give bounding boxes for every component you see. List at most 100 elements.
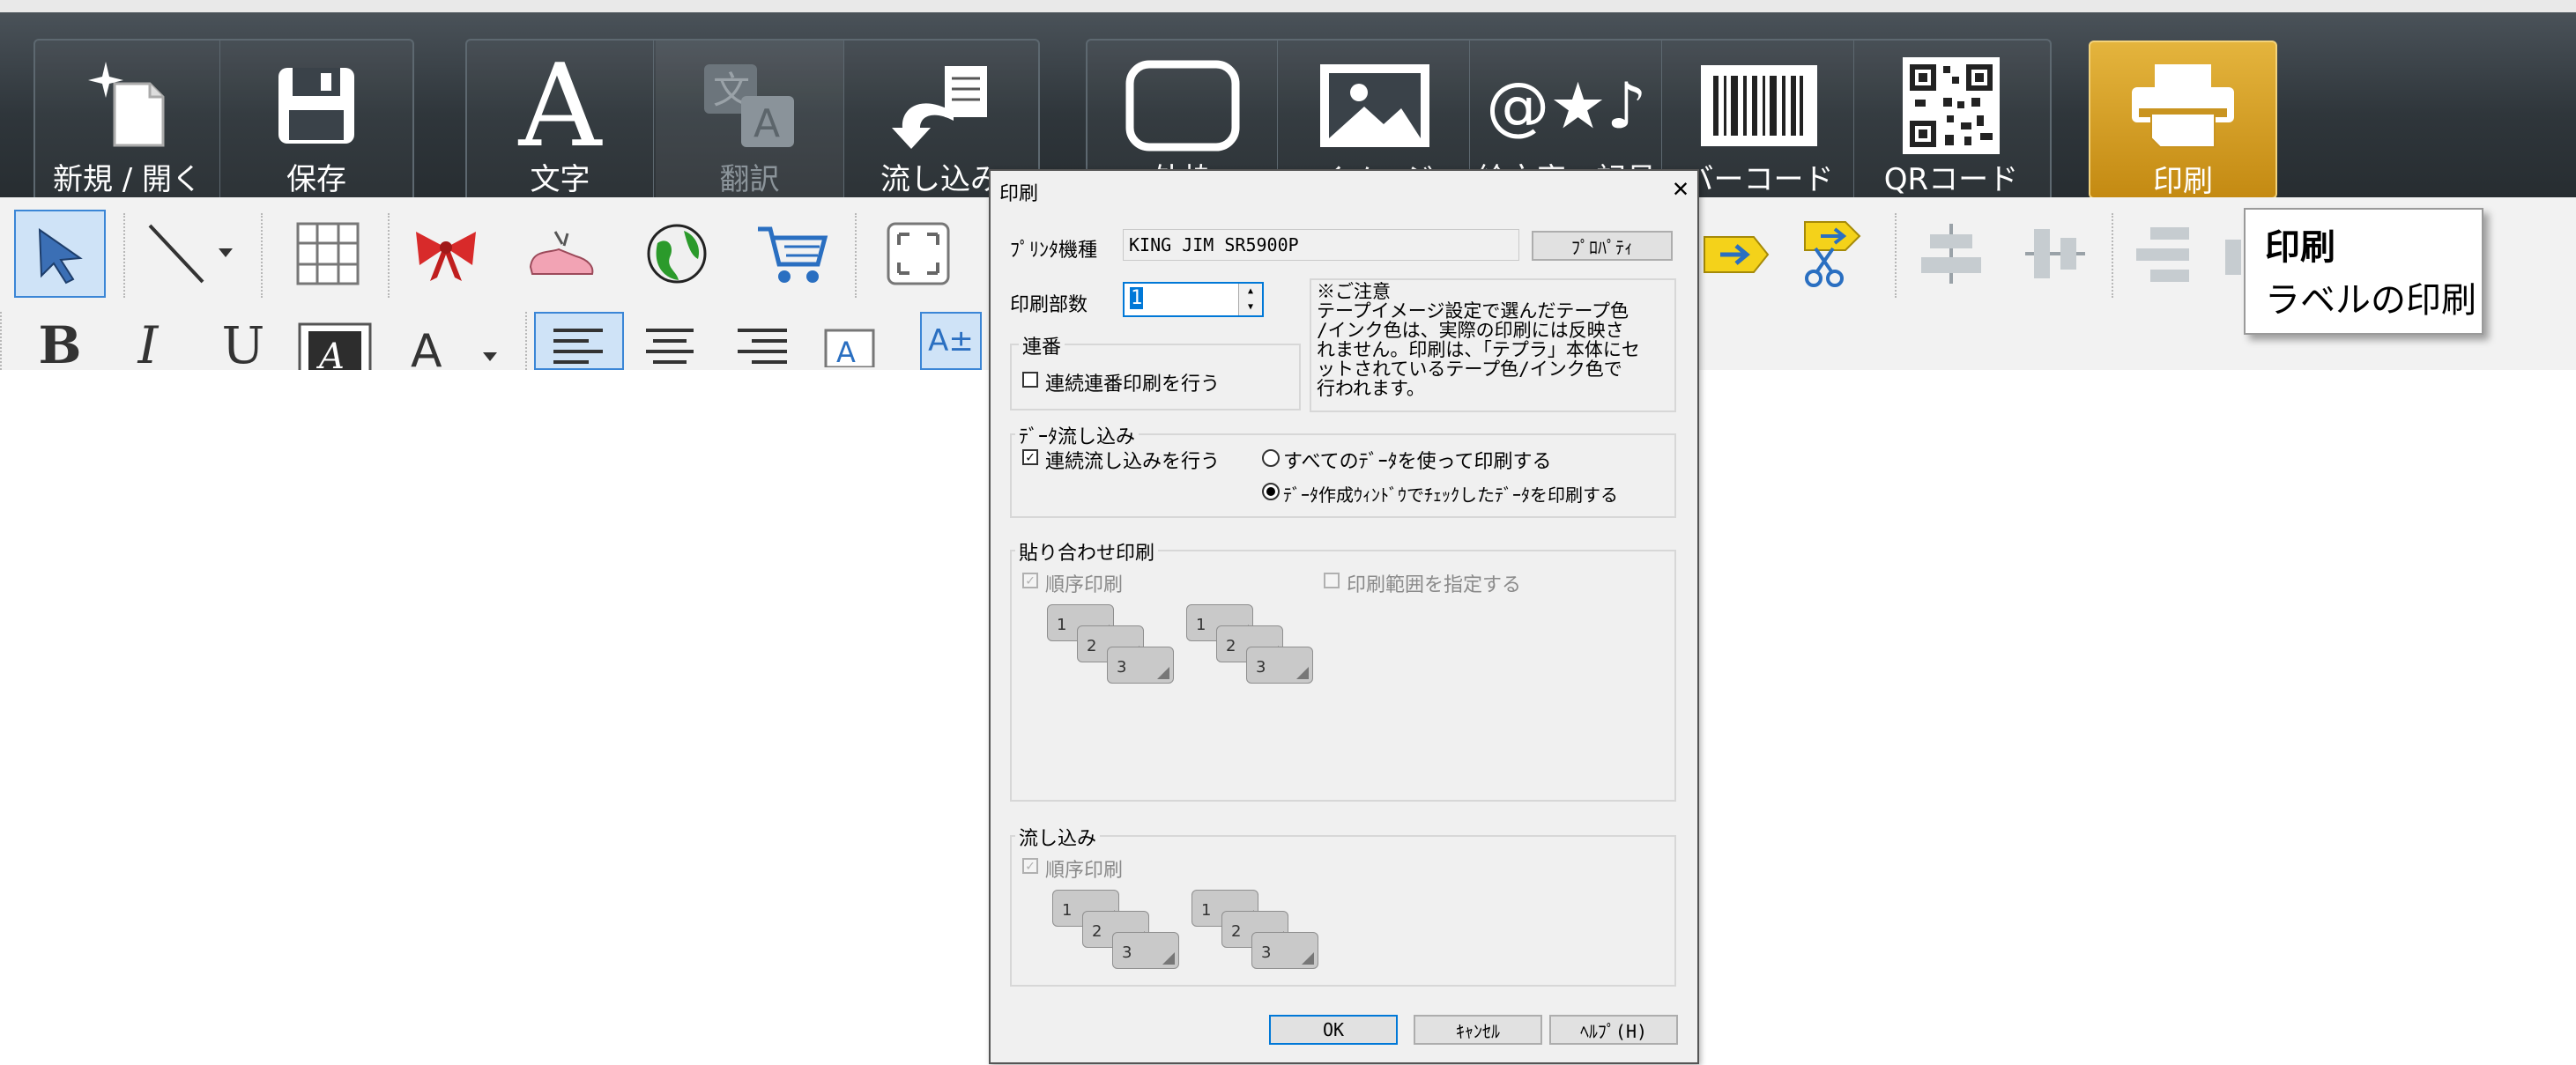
dialog-title: 印刷	[999, 183, 1039, 205]
ribbon-new-open-button[interactable]: 新規 / 開く	[35, 41, 220, 199]
paste-order-checkbox[interactable]: ✓	[1022, 573, 1038, 588]
copies-input-value[interactable]: 1	[1130, 287, 1144, 309]
label-sheet: 3	[1112, 932, 1179, 969]
arrow-right-tag-icon	[1704, 236, 1770, 273]
shoe-icon	[529, 231, 594, 275]
ribbon-translate-button[interactable]: 文 A 翻訳	[656, 41, 844, 199]
arrow-pointer-icon	[38, 228, 83, 285]
radio-checked-data[interactable]	[1262, 483, 1280, 500]
order-sample-a: 1 2 3	[1047, 604, 1188, 692]
cancel-button[interactable]: ｷｬﾝｾﾙ	[1414, 1015, 1542, 1045]
close-icon[interactable]: ✕	[1673, 173, 1689, 203]
serial-checkbox-label: 連続連番印刷を行う	[1045, 373, 1221, 396]
notice-line: れません。印刷は、「テプラ」本体にセ	[1317, 339, 1640, 360]
text-fit-button[interactable]: A	[814, 312, 885, 370]
properties-button[interactable]: ﾌﾟﾛﾊﾟﾃｨ	[1532, 231, 1673, 261]
distribute-icon	[2225, 240, 2241, 275]
align-left-icon	[553, 329, 603, 364]
select-tool-button[interactable]	[14, 210, 106, 298]
line-icon	[148, 224, 233, 284]
align-right-icon	[738, 329, 787, 364]
ribbon-text-label: 文字	[530, 162, 590, 197]
sheet-number: 3	[1117, 658, 1127, 677]
text-fit-icon: A	[824, 329, 875, 367]
bold-button[interactable]: B	[26, 315, 93, 375]
toolbar-separator	[0, 312, 4, 370]
svg-text:A: A	[316, 337, 345, 370]
toolbar-separator	[2112, 213, 2115, 298]
notice-text: ※ご注意 テープイメージ設定で選んだテープ色 /インク色は、実際の印刷には反映さ…	[1317, 282, 1640, 398]
align-left-text-button[interactable]	[534, 312, 624, 370]
align-center-text-button[interactable]	[635, 312, 705, 370]
toolbar-separator	[525, 312, 529, 370]
notice-line: 行われます。	[1317, 378, 1425, 399]
line-tool-button[interactable]	[141, 210, 238, 298]
sheet-number: 1	[1196, 616, 1206, 634]
flow-order-checkbox[interactable]: ✓	[1022, 858, 1038, 874]
sheet-number: 2	[1092, 922, 1102, 941]
data-flow-icon	[846, 53, 1035, 159]
ribbon-save-label: 保存	[286, 162, 346, 197]
table-icon	[296, 222, 360, 285]
align-center-vertical-button[interactable]	[1914, 210, 1988, 298]
spin-down-icon[interactable]: ▼	[1238, 300, 1262, 315]
globe-tool-button[interactable]	[631, 210, 723, 298]
ok-button[interactable]: OK	[1269, 1015, 1398, 1045]
decoration-tool-button[interactable]	[400, 210, 492, 298]
shop-tool-button[interactable]	[746, 210, 837, 298]
align-center-text-icon	[646, 329, 694, 364]
text-icon: A	[518, 39, 602, 173]
radio-checked-data-label: ﾃﾞｰﾀ作成ｳｨﾝﾄﾞｳでﾁｪｯｸしたﾃﾞｰﾀを印刷する	[1283, 484, 1618, 506]
copies-label: 印刷部数	[1010, 294, 1088, 316]
svg-text:A: A	[836, 336, 856, 367]
move-right-tool-button[interactable]	[1699, 224, 1773, 285]
serial-checkbox[interactable]	[1022, 372, 1038, 388]
underline-button[interactable]: U	[210, 315, 277, 375]
ribbon-qrcode-button[interactable]: QRコード	[1856, 41, 2046, 199]
flow-order-label: 順序印刷	[1045, 860, 1124, 882]
flow-group: 流し込み ✓ 順序印刷 1 2 3 1 2 3	[1010, 823, 1676, 987]
align-left-objects-button[interactable]	[2127, 210, 2201, 298]
label-sheet: 3	[1246, 647, 1313, 684]
ribbon-save-button[interactable]: 保存	[224, 41, 409, 199]
new-open-icon	[35, 53, 219, 159]
ribbon-text-button[interactable]: A 文字	[467, 41, 654, 199]
radio-all-data[interactable]	[1262, 449, 1280, 467]
ribbon-new-open-label: 新規 / 開く	[52, 162, 203, 197]
print-tooltip: 印刷 ラベルの印刷	[2244, 208, 2483, 335]
label-sheet: 3	[1107, 647, 1174, 684]
sheet-number: 1	[1057, 616, 1067, 634]
copies-spinner[interactable]: 1 ▲ ▼	[1123, 282, 1264, 317]
expand-icon	[887, 222, 950, 285]
fit-tool-button[interactable]	[872, 210, 964, 298]
italic-button[interactable]: I	[122, 315, 174, 375]
print-dialog: 印刷 ✕ ﾌﾟﾘﾝﾀ機種 KING JIM SR5900P ﾌﾟﾛﾊﾟﾃｨ 印刷…	[989, 169, 1699, 1064]
align-right-text-button[interactable]	[726, 312, 797, 370]
paste-range-checkbox[interactable]	[1324, 573, 1340, 588]
clipart-tool-button[interactable]	[515, 210, 606, 298]
notice-line: /インク色は、実際の印刷には反映さ	[1317, 320, 1624, 341]
toolbar-separator	[1895, 213, 1898, 298]
ribbon-print-button[interactable]: 印刷	[2089, 41, 2277, 199]
ribbon-translate-label: 翻訳	[719, 162, 780, 197]
table-tool-button[interactable]	[282, 210, 374, 298]
sheet-number: 1	[1062, 901, 1073, 920]
tooltip-title: 印刷	[2265, 227, 2335, 268]
align-middle-icon	[2025, 229, 2085, 278]
help-button[interactable]: ﾍﾙﾌﾟ(H)	[1549, 1015, 1678, 1045]
text-spacing-button[interactable]: A±	[920, 312, 982, 370]
frame-icon	[1088, 53, 1277, 159]
text-spacing-icon: A±	[928, 323, 974, 359]
text-frame-button[interactable]: A	[298, 321, 372, 370]
paste-print-group: 貼り合わせ印刷 ✓ 順序印刷 印刷範囲を指定する 1 2 3 1 2 3	[1010, 537, 1676, 802]
align-middle-button[interactable]	[2018, 210, 2092, 298]
cut-tool-button[interactable]	[1789, 210, 1874, 298]
toolbar-separator	[261, 213, 264, 298]
ribbon-print-label: 印刷	[2153, 164, 2213, 199]
sheet-number: 2	[1231, 922, 1242, 941]
spin-up-icon[interactable]: ▲	[1238, 284, 1262, 300]
data-flow-checkbox[interactable]: ✓	[1022, 449, 1038, 465]
ribbon-qrcode-label: QRコード	[1883, 162, 2019, 197]
flow-group-label: 流し込み	[1015, 823, 1101, 851]
font-color-button[interactable]: A	[402, 321, 508, 370]
